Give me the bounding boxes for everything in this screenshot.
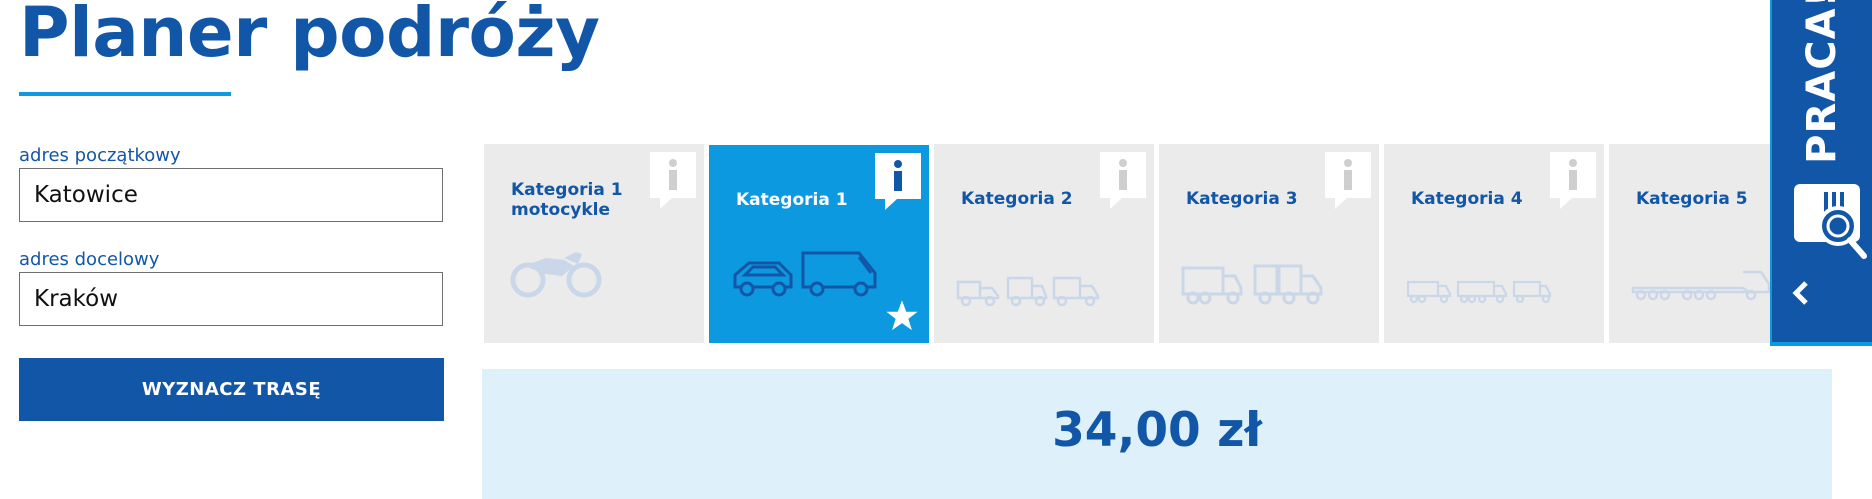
category-tile-3[interactable]: Kategoria 3 <box>1159 144 1379 343</box>
category-tile-4[interactable]: Kategoria 4 <box>1384 144 1604 343</box>
heavy-trucks-icon <box>1406 280 1552 304</box>
destination-label: adres docelowy <box>19 249 160 270</box>
light-trucks-icon <box>956 276 1100 307</box>
origin-label: adres początkowy <box>19 145 181 166</box>
job-side-panel[interactable]: PRACA! <box>1770 0 1872 346</box>
page-title: Planer podróży <box>19 0 600 73</box>
chevron-left-icon[interactable] <box>1790 280 1814 306</box>
price-value: 34,00 zł <box>1052 403 1262 458</box>
category-label: Kategoria 5 <box>1636 189 1748 209</box>
category-tile-5[interactable]: Kategoria 5 <box>1609 144 1771 343</box>
price-box: 34,00 zł <box>482 369 1832 499</box>
category-label: Kategoria 1 motocykle <box>511 180 623 220</box>
car-van-icon <box>733 251 877 297</box>
destination-input[interactable] <box>19 272 443 326</box>
origin-input[interactable] <box>19 168 443 222</box>
star-icon <box>886 300 918 331</box>
trailer-icon <box>1631 270 1771 301</box>
job-search-icon <box>1794 184 1867 259</box>
category-tile-cars-vans[interactable]: Kategoria 1 <box>709 145 929 343</box>
route-button[interactable]: WYZNACZ TRASĘ <box>19 358 444 421</box>
side-panel-label: PRACA! <box>1799 0 1845 164</box>
title-underline <box>19 92 231 96</box>
trucks-icon <box>1181 264 1323 305</box>
category-label: Kategoria 3 <box>1186 189 1298 209</box>
motorcycle-icon <box>510 252 602 298</box>
category-tile-motorcycles[interactable]: Kategoria 1 motocykle <box>484 144 704 343</box>
category-tile-2[interactable]: Kategoria 2 <box>934 144 1154 343</box>
category-label: Kategoria 4 <box>1411 189 1523 209</box>
category-label: Kategoria 1 <box>736 190 848 210</box>
category-label: Kategoria 2 <box>961 189 1073 209</box>
